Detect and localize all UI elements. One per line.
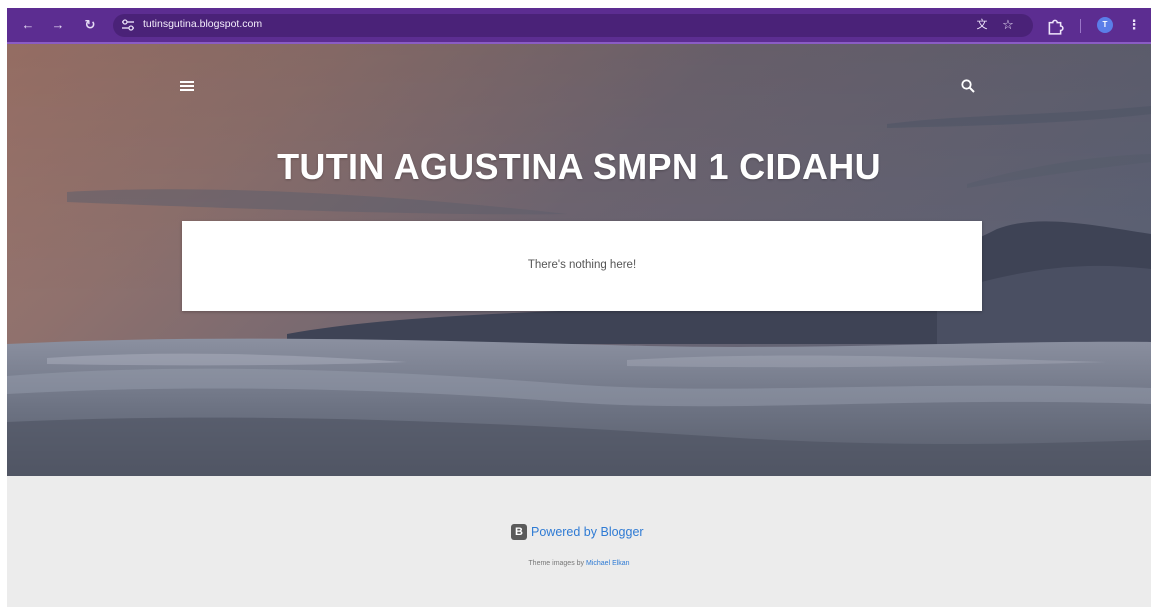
theme-credit-prefix: Theme images by xyxy=(528,560,586,567)
blog-header: TUTIN AGUSTINA SMPN 1 CIDAHU There's not… xyxy=(7,44,1151,476)
hamburger-menu-icon[interactable] xyxy=(179,79,195,93)
blog-title[interactable]: TUTIN AGUSTINA SMPN 1 CIDAHU xyxy=(7,146,1151,188)
posts-container: There's nothing here! xyxy=(182,221,982,311)
star-icon[interactable]: ☆ xyxy=(999,16,1017,34)
theme-credit-author-link[interactable]: Michael Elkan xyxy=(586,560,630,567)
tune-icon[interactable] xyxy=(121,19,135,32)
more-vertical-icon[interactable]: ⋮ xyxy=(1125,16,1143,34)
address-bar[interactable]: tutinsgutina.blogspot.com xyxy=(113,14,1033,37)
browser-toolbar: ← → ↻ tutinsgutina.blogspot.com 文 ☆ T ⋮ xyxy=(7,8,1151,44)
blogger-icon: B xyxy=(511,523,527,540)
blog-footer: B Powered by Blogger Theme images by Mich… xyxy=(7,476,1151,607)
empty-posts-message: There's nothing here! xyxy=(527,259,637,271)
browser-window: ← → ↻ tutinsgutina.blogspot.com 文 ☆ T ⋮ xyxy=(7,8,1151,607)
reload-icon[interactable]: ↻ xyxy=(81,16,99,34)
avatar[interactable]: T xyxy=(1097,17,1113,33)
puzzle-icon[interactable] xyxy=(1046,17,1064,35)
arrow-right-icon[interactable]: → xyxy=(49,16,67,34)
url-text[interactable]: tutinsgutina.blogspot.com xyxy=(143,18,262,30)
arrow-left-icon[interactable]: ← xyxy=(19,16,37,34)
search-icon[interactable] xyxy=(960,78,976,94)
theme-credit: Theme images by Michael Elkan xyxy=(7,560,1151,567)
translate-icon[interactable]: 文 xyxy=(973,16,991,34)
powered-by-text[interactable]: Powered by Blogger xyxy=(531,525,644,539)
toolbar-divider xyxy=(1080,19,1081,33)
powered-by-blogger-link[interactable]: B Powered by Blogger xyxy=(511,523,644,541)
